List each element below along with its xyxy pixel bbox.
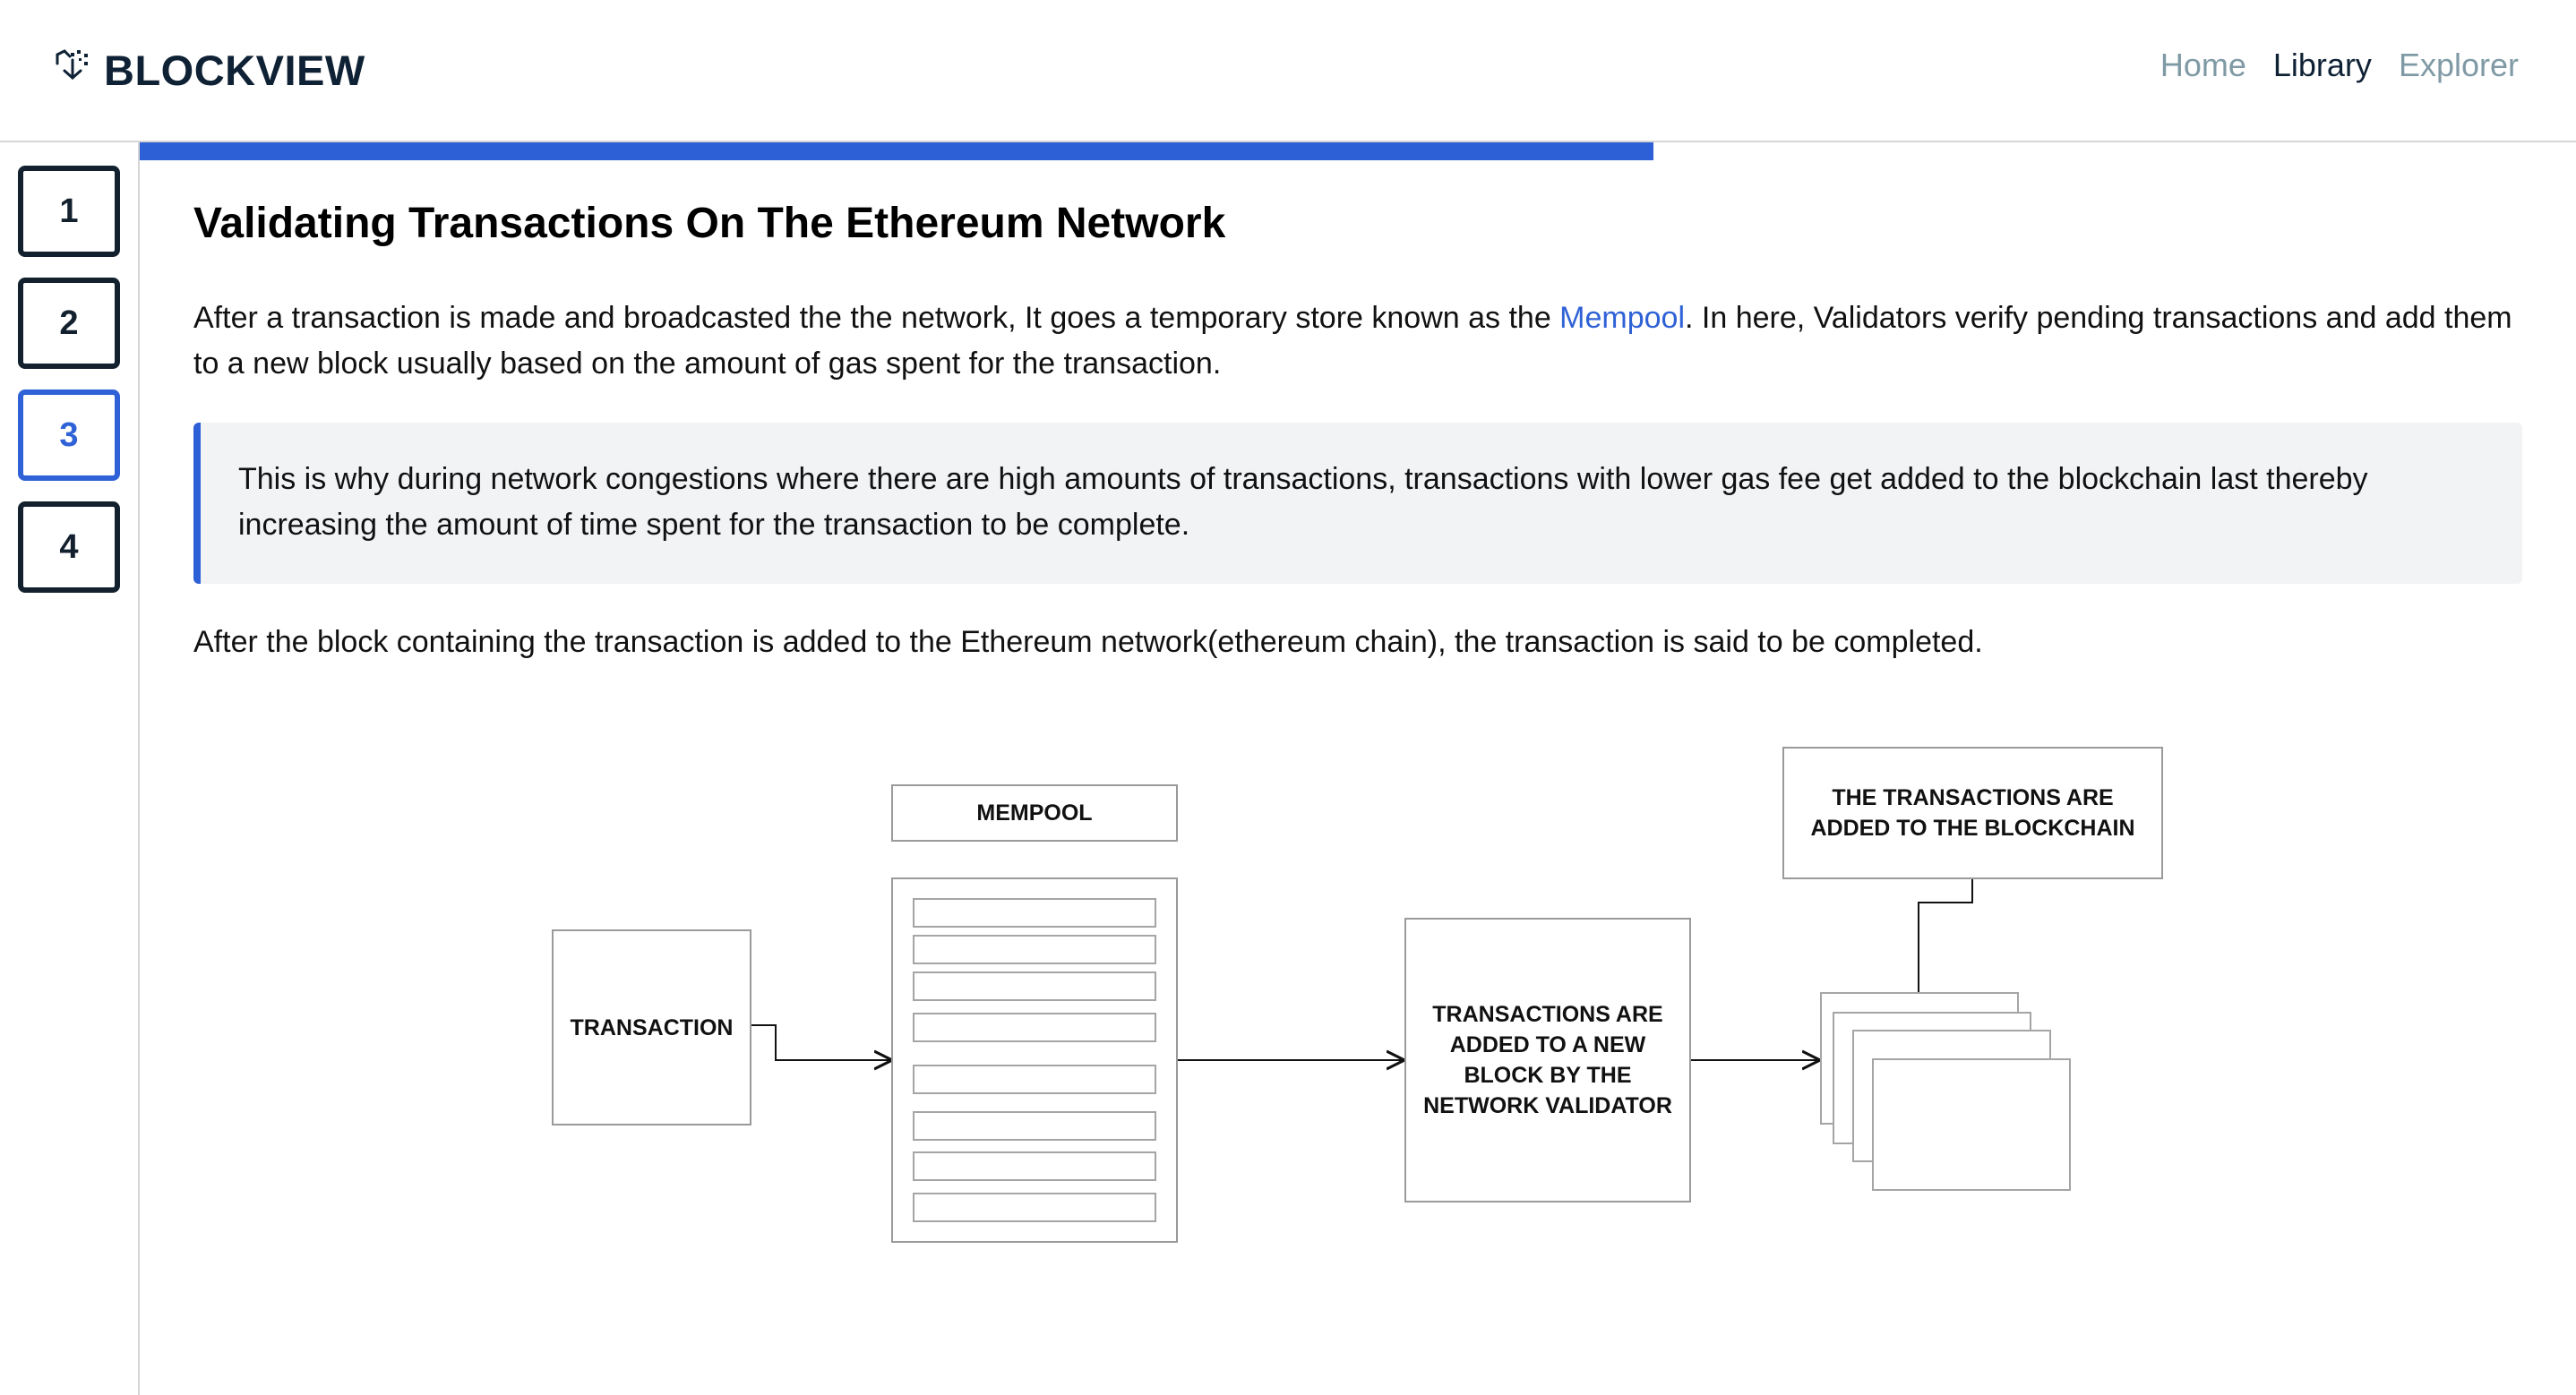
mempool-slot bbox=[913, 1065, 1156, 1094]
callout-text: This is why during network congestions w… bbox=[238, 462, 2368, 542]
step-button-4[interactable]: 4 bbox=[18, 501, 120, 593]
brand-name: BLOCKVIEW bbox=[104, 46, 365, 94]
step-button-2[interactable]: 2 bbox=[18, 278, 120, 369]
mempool-slot bbox=[913, 935, 1156, 964]
step-sidebar: 1 2 3 4 bbox=[0, 142, 140, 1395]
mempool-container bbox=[891, 877, 1178, 1243]
mempool-slot bbox=[913, 1111, 1156, 1141]
mempool-slot bbox=[913, 898, 1156, 928]
blockchain-label-box: THE TRANSACTIONS ARE ADDED TO THE BLOCKC… bbox=[1782, 747, 2163, 879]
nav-home[interactable]: Home bbox=[2160, 47, 2246, 84]
transaction-flow-diagram: TRANSACTION MEMPOOL TRANSACTIONS ARE ADD… bbox=[537, 734, 2203, 1254]
mempool-link[interactable]: Mempool bbox=[1559, 301, 1685, 335]
cube-network-icon bbox=[52, 47, 93, 93]
reading-progress-bar bbox=[140, 142, 1653, 160]
mempool-slot bbox=[913, 1013, 1156, 1042]
completion-paragraph: After the block containing the transacti… bbox=[193, 625, 1983, 659]
transaction-box: TRANSACTION bbox=[552, 929, 751, 1125]
intro-text-start: After a transaction is made and broadcas… bbox=[193, 301, 1560, 335]
mempool-slot bbox=[913, 971, 1156, 1001]
callout-note: This is why during network congestions w… bbox=[193, 423, 2522, 584]
top-nav: Home Library Explorer bbox=[2160, 47, 2519, 84]
step-button-1[interactable]: 1 bbox=[18, 166, 120, 257]
top-header: BLOCKVIEW Home Library Explorer bbox=[0, 0, 2576, 142]
mempool-slot bbox=[913, 1193, 1156, 1222]
intro-paragraph: After a transaction is made and broadcas… bbox=[193, 295, 2522, 387]
step-button-3[interactable]: 3 bbox=[18, 389, 120, 481]
nav-explorer[interactable]: Explorer bbox=[2399, 47, 2519, 84]
nav-library[interactable]: Library bbox=[2273, 47, 2372, 84]
page-title: Validating Transactions On The Ethereum … bbox=[193, 200, 1226, 247]
brand-logo[interactable]: BLOCKVIEW bbox=[52, 45, 365, 95]
mempool-slot bbox=[913, 1151, 1156, 1181]
mempool-title-box: MEMPOOL bbox=[891, 784, 1178, 842]
block-card bbox=[1872, 1058, 2071, 1191]
validator-box: TRANSACTIONS ARE ADDED TO A NEW BLOCK BY… bbox=[1404, 918, 1691, 1202]
